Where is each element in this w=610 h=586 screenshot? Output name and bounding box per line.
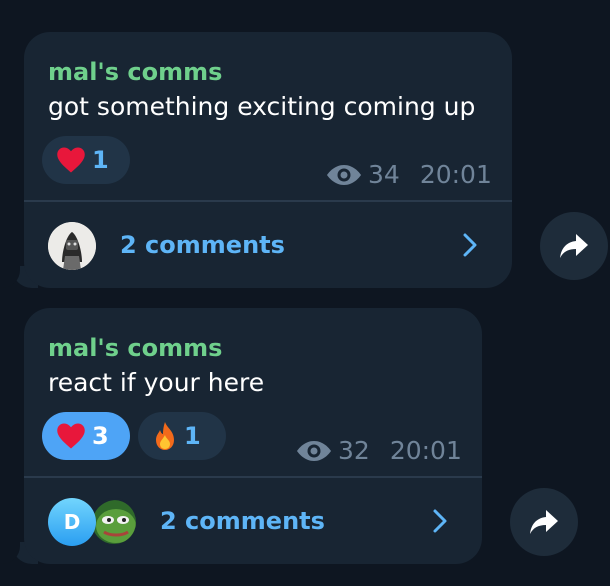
share-arrow-icon bbox=[530, 510, 558, 534]
message-text: react if your here bbox=[48, 368, 265, 397]
comments-label[interactable]: 2 comments bbox=[120, 230, 285, 260]
view-count: 34 bbox=[368, 160, 400, 189]
reaction-fire[interactable]: 1 bbox=[138, 412, 226, 460]
message-text: got something exciting coming up bbox=[48, 92, 476, 121]
comments-label[interactable]: 2 comments bbox=[160, 506, 325, 536]
eye-icon bbox=[297, 440, 331, 461]
eye-icon bbox=[327, 164, 361, 185]
avatar-letter: D bbox=[48, 498, 96, 546]
message-meta: 32 20:01 bbox=[296, 436, 462, 465]
sender-name[interactable]: mal's comms bbox=[48, 58, 222, 86]
heart-icon bbox=[57, 423, 85, 449]
reaction-count: 3 bbox=[92, 422, 109, 450]
comments-button[interactable]: D 2 comments bbox=[24, 478, 482, 564]
share-arrow-icon bbox=[560, 234, 588, 258]
sender-name[interactable]: mal's comms bbox=[48, 334, 222, 362]
comments-button[interactable]: 2 comments bbox=[24, 202, 512, 288]
reaction-heart[interactable]: 1 bbox=[42, 136, 130, 184]
share-button[interactable] bbox=[510, 488, 578, 556]
message-bubble: mal's comms got something exciting comin… bbox=[24, 32, 512, 288]
avatar bbox=[48, 222, 96, 270]
view-count: 32 bbox=[338, 436, 370, 465]
message-meta: 34 20:01 bbox=[326, 160, 492, 189]
reaction-count: 1 bbox=[184, 422, 201, 450]
share-button[interactable] bbox=[540, 212, 608, 280]
message-bubble: mal's comms react if your here 3 1 32 20… bbox=[24, 308, 482, 564]
chevron-right-icon bbox=[433, 509, 447, 533]
heart-icon bbox=[57, 147, 85, 173]
chevron-right-icon bbox=[463, 233, 477, 257]
reaction-heart[interactable]: 3 bbox=[42, 412, 130, 460]
message-time: 20:01 bbox=[419, 160, 492, 189]
avatar-pepe bbox=[90, 498, 138, 546]
reaction-count: 1 bbox=[92, 146, 109, 174]
fire-icon bbox=[156, 422, 174, 450]
message-time: 20:01 bbox=[389, 436, 462, 465]
avatar-initial: D bbox=[63, 510, 81, 534]
